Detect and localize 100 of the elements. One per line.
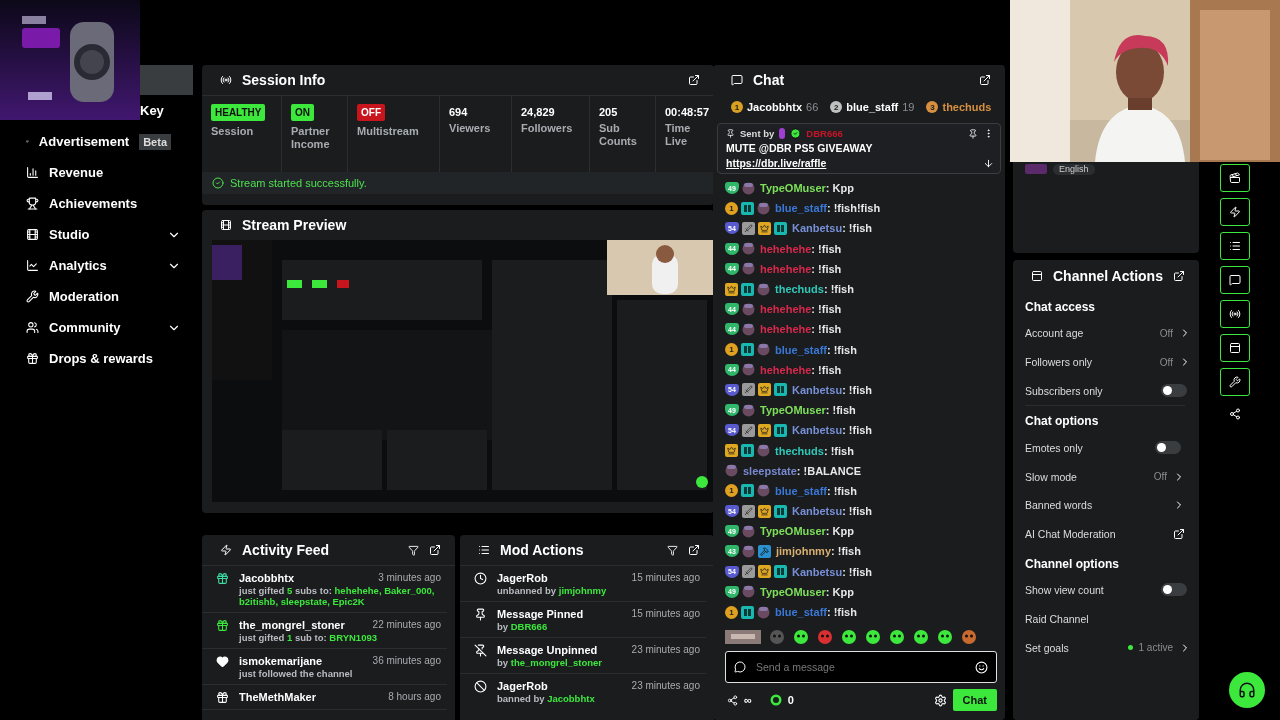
avatar-icon (742, 403, 755, 417)
sidebar-item[interactable]: Revenue (0, 157, 195, 188)
sidebar-label[interactable]: Key (140, 103, 164, 118)
timestamp: 15 minutes ago (631, 572, 700, 584)
language-tag: English (1053, 164, 1095, 175)
emote-icon[interactable] (841, 629, 857, 646)
sidebar-item[interactable]: Drops & rewards (0, 343, 195, 374)
user-name[interactable]: jimjohnmy (776, 545, 831, 558)
crown-badge-icon (758, 565, 771, 579)
setting-row[interactable]: Raid Channel (1025, 604, 1191, 634)
settings-icon[interactable] (933, 693, 947, 707)
setting-row[interactable]: AI Chat Moderation (1025, 519, 1185, 549)
user-name[interactable]: TypeOMuser (760, 585, 826, 598)
setting-row[interactable]: Followers only Off (1025, 347, 1191, 377)
message-field[interactable]: Send a message (754, 660, 967, 675)
user-name[interactable]: TypeOMuser (760, 182, 826, 195)
setting-label: Subscribers only (1025, 385, 1104, 397)
clapperboard-icon (1229, 172, 1241, 184)
sword-badge-icon (742, 383, 755, 397)
avatar-icon (757, 282, 770, 296)
sidebar-item[interactable]: Advertisement Beta (0, 126, 195, 157)
sidebar-label: Moderation (49, 289, 120, 304)
arrow-down-icon[interactable] (983, 157, 994, 169)
toggle-switch[interactable] (1155, 441, 1181, 455)
toggle-switch[interactable] (1161, 583, 1187, 597)
user-name[interactable]: blue_staff (775, 202, 827, 215)
timestamp: 23 minutes ago (631, 680, 700, 692)
emote-icon[interactable] (865, 629, 881, 646)
avatar-icon (742, 544, 755, 558)
setting-row[interactable]: Emotes only (1025, 433, 1185, 463)
sidebar-item[interactable]: Studio (0, 219, 195, 250)
user-name: blue_staff (846, 101, 899, 113)
ban-icon (474, 680, 487, 693)
panel-title: Chat (753, 72, 786, 88)
user-name[interactable]: blue_staff (775, 484, 827, 497)
message-text: : !fish (811, 323, 842, 336)
rail-button[interactable] (1220, 266, 1250, 294)
rail-button[interactable] (1220, 300, 1250, 328)
panel-title: Activity Feed (242, 542, 331, 558)
help-button[interactable] (1229, 672, 1265, 708)
emote-icon[interactable] (725, 630, 761, 645)
user-name[interactable]: sleepstate (743, 464, 797, 477)
setting-label: Raid Channel (1025, 612, 1090, 625)
sidebar-item[interactable]: Analytics (0, 250, 195, 281)
emote-icon[interactable] (937, 629, 953, 646)
expand-icon[interactable] (979, 74, 991, 86)
pin-icon[interactable] (968, 128, 978, 139)
user-name: ismokemarijane (239, 655, 323, 667)
message-box[interactable]: Send a message (725, 651, 997, 684)
expand-icon[interactable] (429, 544, 441, 556)
clock-icon (474, 572, 487, 585)
rank-medal: 3 (926, 101, 939, 113)
rail-button[interactable] (1220, 334, 1250, 362)
user-name[interactable]: blue_staff (775, 343, 827, 356)
rail-button[interactable] (1220, 232, 1250, 260)
raffle-link[interactable]: https://dbr.live/raffle (726, 157, 827, 169)
user-name[interactable]: blue_staff (775, 606, 827, 619)
sidebar-item[interactable]: Moderation (0, 281, 195, 312)
sword-badge-icon (742, 423, 755, 437)
stat-label: Viewers (449, 122, 492, 135)
message-text: : Kpp (825, 525, 854, 538)
pinned-label: Sent by (740, 128, 775, 139)
setting-row[interactable]: Set goals 1 active (1025, 633, 1191, 662)
sidebar-item[interactable]: Achievements (0, 188, 195, 219)
lightning-icon (220, 544, 232, 556)
filter-icon[interactable] (667, 544, 678, 556)
emote-icon[interactable] (793, 629, 809, 646)
timestamp: 23 minutes ago (631, 644, 700, 656)
broadcast-icon (1229, 308, 1241, 320)
panel-title: Channel Actions (1053, 268, 1163, 284)
emoji-icon[interactable] (975, 660, 988, 674)
setting-row[interactable]: Banned words (1025, 491, 1185, 520)
user-name[interactable]: thechuds (775, 444, 824, 457)
rail-button[interactable] (1220, 164, 1250, 192)
rail-button[interactable] (1220, 368, 1250, 396)
emote-icon[interactable] (889, 629, 905, 646)
rail-button[interactable] (1220, 198, 1250, 226)
gift-icon (26, 352, 39, 365)
expand-icon[interactable] (1173, 270, 1185, 282)
setting-row[interactable]: Account age Off (1025, 319, 1191, 348)
user-name[interactable]: TypeOMuser (760, 525, 826, 538)
user-name[interactable]: thechuds (775, 283, 824, 296)
setting-row[interactable]: Slow mode Off (1025, 462, 1185, 491)
user-name[interactable]: TypeOMuser (760, 404, 826, 417)
connections-icon[interactable] (1229, 408, 1241, 420)
toggle-switch[interactable] (1161, 384, 1187, 398)
message-text: : !fish (825, 404, 856, 417)
expand-icon[interactable] (688, 74, 700, 86)
sidebar-item[interactable]: Community (0, 312, 195, 343)
setting-row[interactable]: Show view count (1025, 575, 1191, 605)
emote-icon[interactable] (913, 629, 929, 646)
emote-icon[interactable] (961, 629, 977, 646)
setting-row[interactable]: Subscribers only (1025, 376, 1191, 406)
timestamp: 15 minutes ago (631, 608, 700, 620)
crown-badge-icon (758, 423, 771, 437)
filter-icon[interactable] (408, 544, 419, 556)
chat-send-button[interactable]: Chat (952, 689, 997, 712)
gg-badge-icon (741, 444, 754, 458)
message-text: : !BALANCE (796, 464, 861, 477)
expand-icon[interactable] (688, 544, 700, 556)
